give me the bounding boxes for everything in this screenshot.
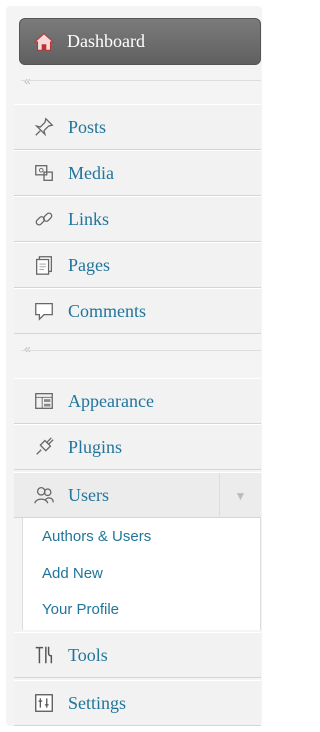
pin-icon (32, 115, 56, 139)
menu-item-links[interactable]: Links (14, 196, 261, 242)
menu-item-settings[interactable]: Settings (14, 680, 261, 726)
menu-item-pages[interactable]: Pages (14, 242, 261, 288)
menu-label-pages: Pages (68, 254, 110, 275)
menu-item-users[interactable]: Users ▼ (14, 472, 261, 519)
separator-1 (21, 80, 261, 81)
menu-item-appearance[interactable]: Appearance (14, 378, 261, 424)
menu-label-users: Users (68, 484, 109, 505)
users-icon (32, 483, 56, 507)
submenu-add-new[interactable]: Add New (42, 565, 103, 582)
menu-label-settings: Settings (68, 692, 127, 713)
menu-item-dashboard[interactable]: Dashboard (19, 18, 261, 65)
pages-icon (32, 253, 56, 277)
tools-icon (32, 643, 56, 667)
menu-item-posts[interactable]: Posts (14, 104, 261, 150)
media-icon (32, 161, 56, 185)
users-submenu: Authors & Users Add New Your Profile (22, 518, 261, 630)
menu-label-comments: Comments (68, 300, 147, 321)
submenu-your-profile[interactable]: Your Profile (42, 601, 119, 618)
menu-label-links: Links (68, 208, 110, 229)
menu-item-plugins[interactable]: Plugins (14, 424, 261, 470)
menu-item-media[interactable]: Media (14, 150, 261, 196)
separator-2 (21, 350, 261, 351)
menu-label-appearance: Appearance (68, 390, 154, 411)
settings-icon (32, 691, 56, 715)
chevron-down-icon[interactable]: ▼ (219, 473, 261, 519)
collapse-toggle-2[interactable]: « (24, 342, 31, 356)
menu-label-tools: Tools (68, 644, 108, 665)
home-icon (32, 30, 56, 54)
collapse-toggle-1[interactable]: « (24, 74, 31, 88)
menu-label-plugins: Plugins (68, 436, 123, 457)
menu-label-dashboard: Dashboard (67, 31, 145, 51)
menu-item-tools[interactable]: Tools (14, 632, 261, 678)
links-icon (32, 207, 56, 231)
appearance-icon (32, 389, 56, 413)
comments-icon (32, 299, 56, 323)
menu-label-media: Media (68, 162, 114, 183)
submenu-authors-users[interactable]: Authors & Users (42, 528, 151, 545)
plugins-icon (32, 435, 56, 459)
menu-item-comments[interactable]: Comments (14, 288, 261, 334)
menu-label-posts: Posts (68, 116, 107, 137)
